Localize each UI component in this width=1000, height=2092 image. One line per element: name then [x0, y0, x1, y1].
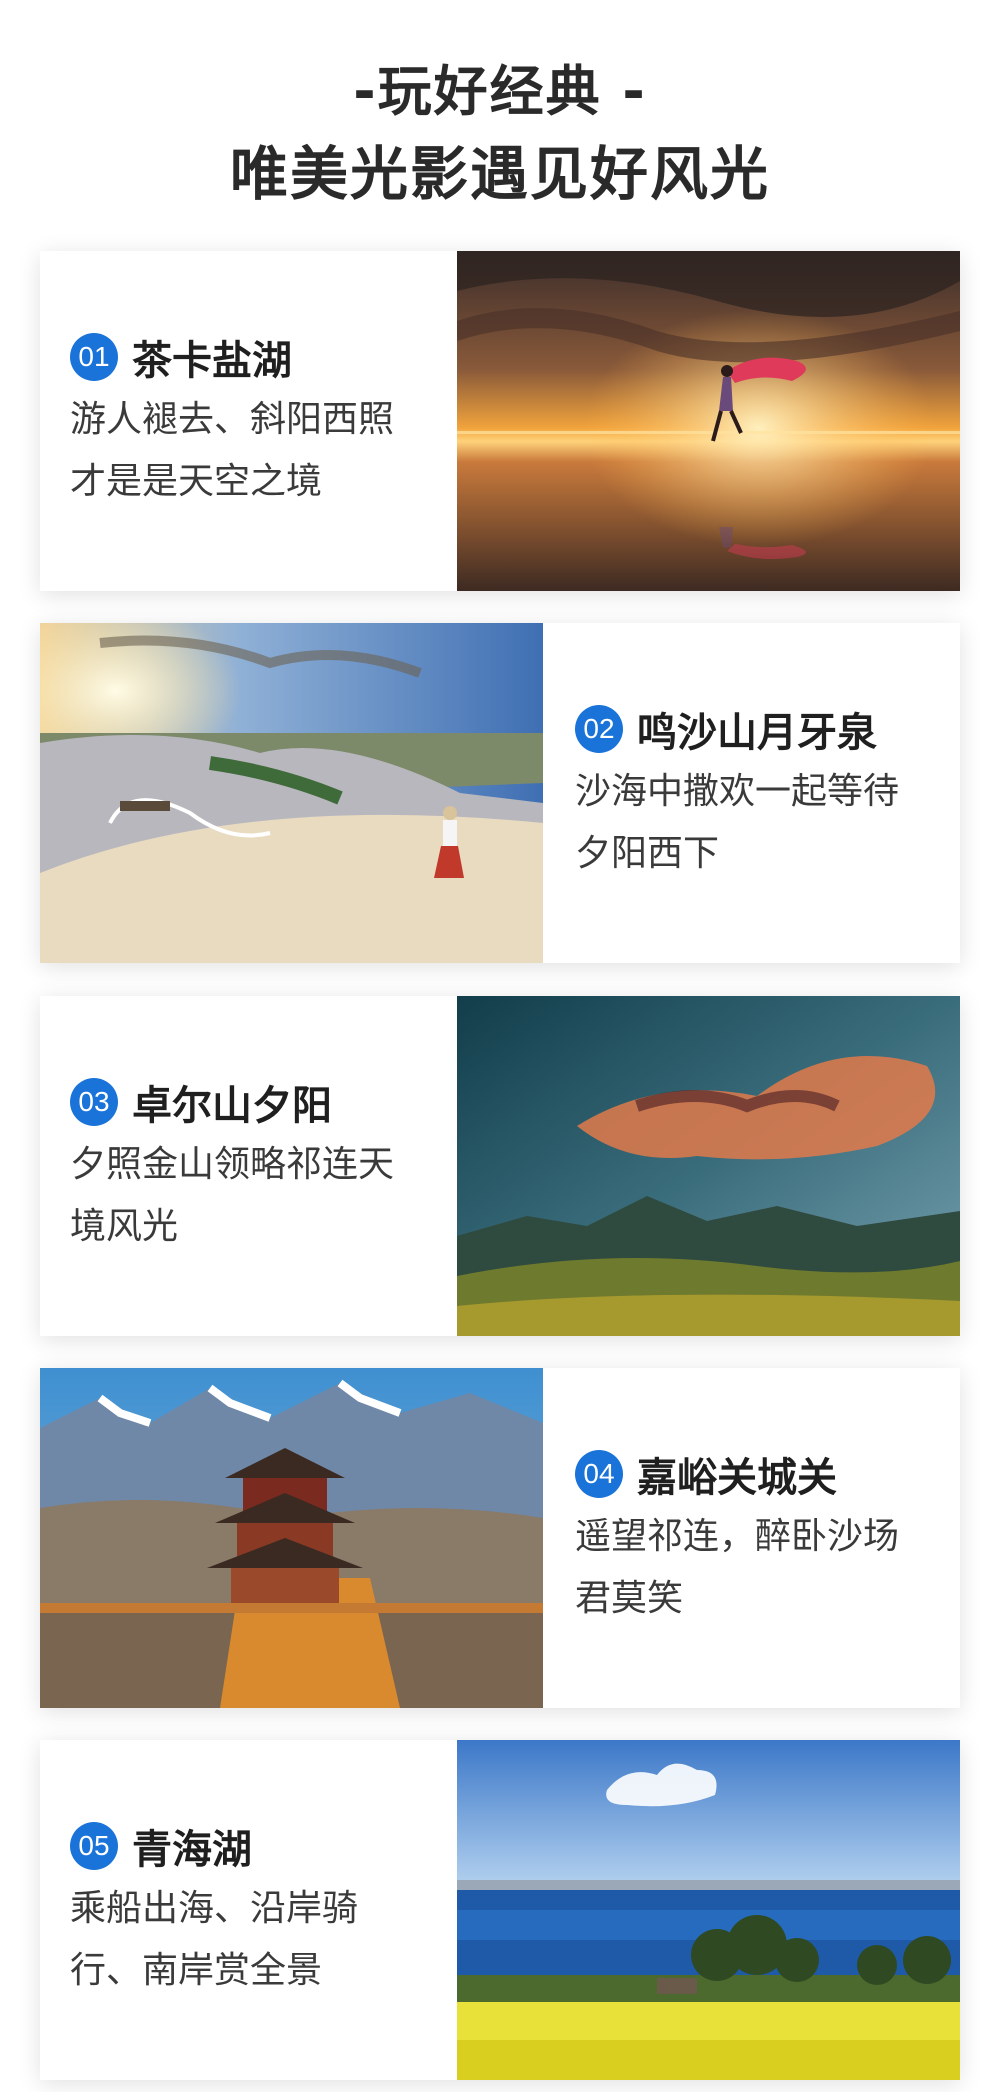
card-title: 卓尔山夕阳 — [132, 1083, 332, 1129]
card-description: 乘船出海、沿岸骑 行、南岸赏全景 — [70, 1878, 437, 2002]
card-description: 游人褪去、斜阳西照 才是是天空之境 — [70, 389, 437, 513]
mountain-sunset-photo[interactable] — [457, 996, 960, 1336]
attraction-card-5[interactable]: 05 青海湖 乘船出海、沿岸骑 行、南岸赏全景 — [40, 1740, 960, 2080]
desc-line: 境风光 — [70, 1206, 179, 1247]
desert-dune-photo[interactable] — [40, 623, 543, 963]
number-badge: 03 — [70, 1078, 118, 1126]
page-header: -玩好经典 - 唯美光影遇见好风光 — [0, 56, 1000, 214]
card-title: 茶卡盐湖 — [132, 338, 292, 384]
desc-line: 行、南岸赏全景 — [70, 1950, 323, 1991]
number-badge: 05 — [70, 1822, 118, 1870]
desc-line: 沙海中撒欢一起等待 — [575, 771, 900, 812]
attraction-card-1[interactable]: 01 茶卡盐湖 游人褪去、斜阳西照 才是是天空之境 — [40, 251, 960, 591]
salt-lake-sunset-photo[interactable] — [457, 251, 960, 591]
desc-line: 夕阳西下 — [575, 833, 720, 874]
number-badge: 04 — [575, 1450, 623, 1498]
pointer-arrow — [443, 407, 457, 435]
number-badge: 01 — [70, 333, 118, 381]
attraction-card-4[interactable]: 04 嘉峪关城关 遥望祁连，醉卧沙场 君莫笑 — [40, 1368, 960, 1708]
pointer-arrow — [443, 1896, 457, 1924]
desc-line: 遥望祁连，醉卧沙场 — [575, 1516, 900, 1557]
desc-line: 游人褪去、斜阳西照 — [70, 399, 395, 440]
card-text: 02 鸣沙山月牙泉 沙海中撒欢一起等待 夕阳西下 — [543, 623, 960, 963]
fortress-tower-photo[interactable] — [40, 1368, 543, 1708]
header-title: 唯美光影遇见好风光 — [229, 140, 770, 208]
attraction-card-3[interactable]: 03 卓尔山夕阳 夕照金山领略祁连天 境风光 — [40, 996, 960, 1336]
card-description: 遥望祁连，醉卧沙场 君莫笑 — [575, 1506, 940, 1630]
card-description: 沙海中撒欢一起等待 夕阳西下 — [575, 761, 940, 885]
desc-line: 才是是天空之境 — [70, 461, 323, 502]
header-subtitle: -玩好经典 - — [353, 60, 647, 123]
pointer-arrow — [443, 1152, 457, 1180]
attraction-card-2[interactable]: 02 鸣沙山月牙泉 沙海中撒欢一起等待 夕阳西下 — [40, 623, 960, 963]
number-badge: 02 — [575, 705, 623, 753]
card-title: 鸣沙山月牙泉 — [637, 710, 877, 756]
card-text: 01 茶卡盐湖 游人褪去、斜阳西照 才是是天空之境 — [40, 251, 457, 591]
card-text: 04 嘉峪关城关 遥望祁连，醉卧沙场 君莫笑 — [543, 1368, 960, 1708]
card-description: 夕照金山领略祁连天 境风光 — [70, 1134, 437, 1258]
card-text: 03 卓尔山夕阳 夕照金山领略祁连天 境风光 — [40, 996, 457, 1336]
card-title: 嘉峪关城关 — [637, 1455, 837, 1501]
desc-line: 君莫笑 — [575, 1578, 684, 1619]
desc-line: 乘船出海、沿岸骑 — [70, 1888, 359, 1929]
card-title: 青海湖 — [132, 1827, 252, 1873]
lake-rapeseed-photo[interactable] — [457, 1740, 960, 2080]
card-text: 05 青海湖 乘船出海、沿岸骑 行、南岸赏全景 — [40, 1740, 457, 2080]
desc-line: 夕照金山领略祁连天 — [70, 1144, 395, 1185]
